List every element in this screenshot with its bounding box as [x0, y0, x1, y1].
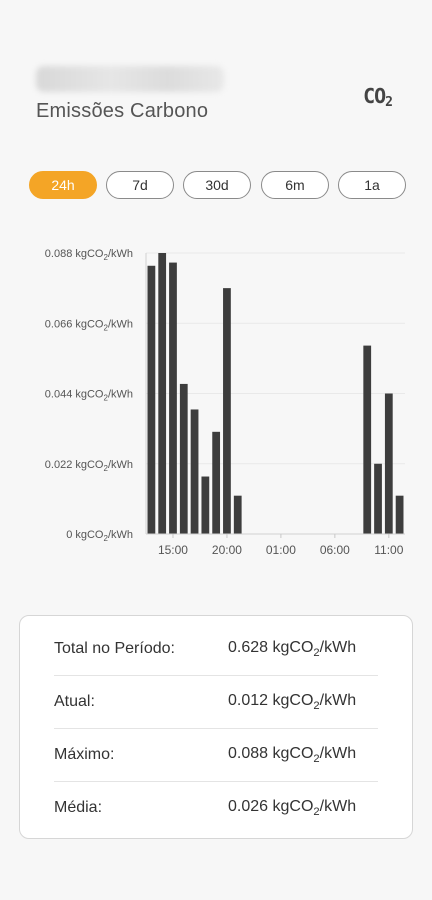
chart-bar	[201, 476, 210, 534]
chart-bar	[363, 345, 372, 534]
tab-30d[interactable]: 30d	[183, 171, 251, 199]
y-tick-label: 0.066 kgCO2/kWh	[45, 318, 133, 332]
stat-avg-value: 0.026 kgCO2/kWh	[228, 797, 357, 819]
stat-max-value: 0.088 kgCO2/kWh	[228, 744, 357, 766]
chart-bar	[190, 409, 199, 534]
stats-panel: Total no Período: 0.628 kgCO2/kWh Atual:…	[19, 615, 413, 839]
y-tick-label: 0.022 kgCO2/kWh	[45, 459, 133, 473]
stat-total-value: 0.628 kgCO2/kWh	[228, 638, 357, 660]
x-tick-label: 01:00	[266, 543, 296, 557]
header: Emissões Carbono CO2	[36, 66, 406, 136]
chart-bar	[384, 393, 393, 534]
chart-bar	[233, 495, 242, 534]
stat-avg-label: Média:	[54, 799, 103, 816]
stat-total-label: Total no Período:	[54, 640, 175, 657]
period-tabs: 24h 7d 30d 6m 1a	[29, 171, 406, 199]
x-tick-label: 20:00	[212, 543, 242, 557]
stat-total: Total no Período: 0.628 kgCO2/kWh	[54, 623, 378, 675]
chart-bar	[223, 288, 231, 534]
co2-icon: CO2	[363, 84, 393, 110]
stat-current: Atual: 0.012 kgCO2/kWh	[54, 676, 378, 728]
y-tick-label: 0.044 kgCO2/kWh	[45, 389, 133, 403]
stat-avg: Média: 0.026 kgCO2/kWh	[54, 782, 378, 834]
stat-current-label: Atual:	[54, 693, 95, 710]
tab-24h[interactable]: 24h	[29, 171, 97, 199]
chart-bar	[374, 463, 382, 534]
emissions-chart: 0 kgCO2/kWh 0.022 kgCO2/kWh 0.044 kgCO2/kW…	[0, 236, 432, 576]
tab-1a[interactable]: 1a	[338, 171, 406, 199]
chart-bar	[169, 262, 177, 534]
x-tick-label: 15:00	[158, 543, 188, 557]
chart-svg: 0 kgCO2/kWh 0.022 kgCO2/kWh 0.044 kgCO2/kW…	[45, 248, 405, 557]
y-tick-label: 0 kgCO2/kWh	[66, 529, 133, 543]
stat-max: Máximo: 0.088 kgCO2/kWh	[54, 729, 378, 781]
y-tick-label: 0.088 kgCO2/kWh	[45, 248, 133, 262]
x-tick-label: 11:00	[374, 543, 403, 557]
chart-bar	[158, 253, 167, 534]
chart-bar	[395, 495, 404, 534]
chart-bar	[179, 383, 188, 534]
page-subtitle: Emissões Carbono	[36, 100, 209, 122]
stat-max-label: Máximo:	[54, 746, 115, 763]
stat-current-value: 0.012 kgCO2/kWh	[228, 691, 357, 713]
chart-bar	[212, 431, 221, 534]
tab-7d[interactable]: 7d	[106, 171, 174, 199]
blurred-title	[36, 66, 224, 92]
x-tick-label: 06:00	[320, 543, 350, 557]
chart-bar	[147, 265, 156, 534]
tab-6m[interactable]: 6m	[261, 171, 329, 199]
